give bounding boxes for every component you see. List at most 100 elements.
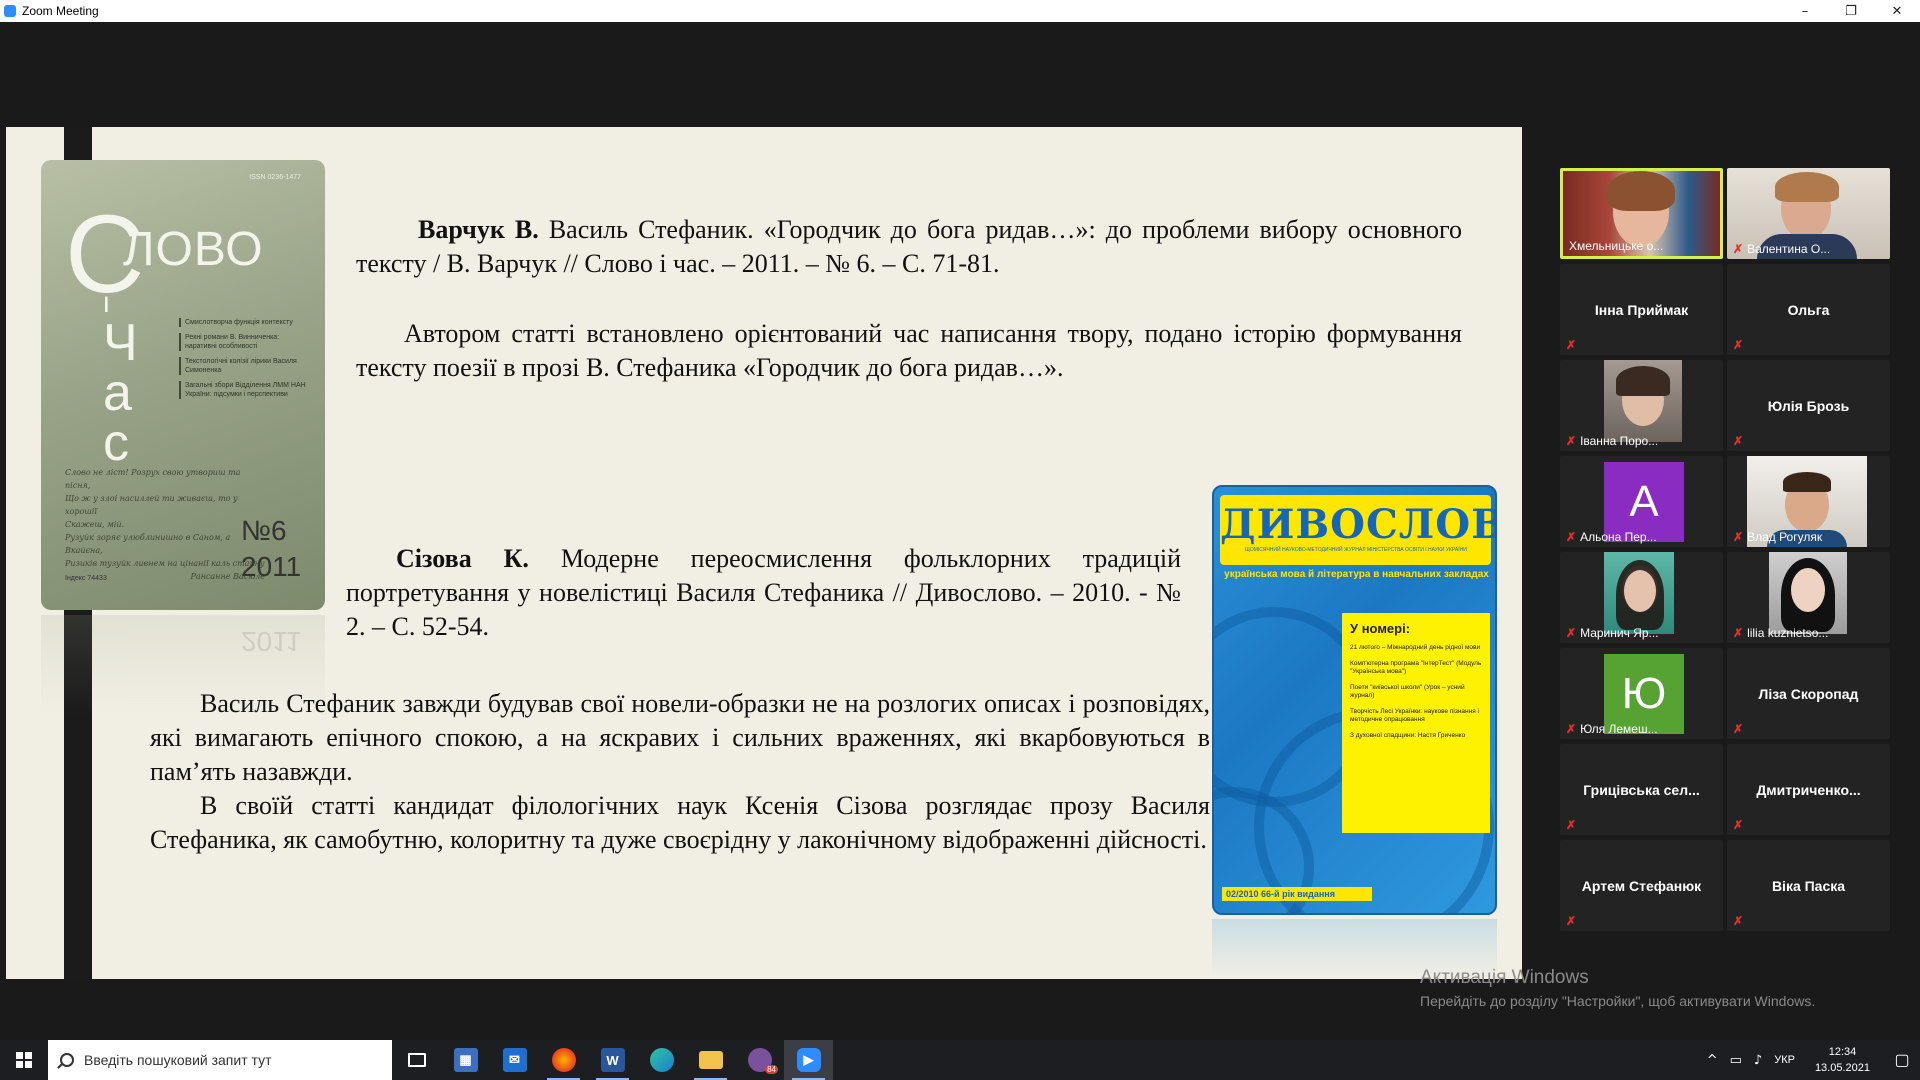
cover-year: 2011 <box>241 551 302 582</box>
clock[interactable]: 12:34 13.05.2021 <box>1815 1044 1870 1076</box>
watermark-subtitle: Перейдіть до розділу "Настройки", щоб ак… <box>1420 993 1816 1009</box>
participant-tile[interactable]: Ю ✗ Юля Лемеш... <box>1560 648 1723 739</box>
cover-reflection-year: 2011 <box>241 626 302 657</box>
task-view-button[interactable] <box>392 1040 441 1080</box>
store-button[interactable]: ▦ <box>441 1040 490 1080</box>
participant-name: Влад Рогуляк <box>1747 530 1823 544</box>
participant-tile[interactable]: Хмельницьке о... <box>1560 168 1723 259</box>
participant-caption: ✗ Маринич Яр... <box>1566 626 1659 640</box>
muted-mic-icon: ✗ <box>1566 818 1577 832</box>
participant-name: Дмитриченко... <box>1756 781 1861 798</box>
participant-tile[interactable]: Дмитриченко... ✗ <box>1727 744 1890 835</box>
panel-item: Творчість Лесі Українки: наукове пізнанн… <box>1350 708 1479 723</box>
mail-button[interactable]: ✉ <box>490 1040 539 1080</box>
cover-footer: 02/2010 66-й рік видання <box>1222 887 1372 901</box>
panel-item: Комп'ютерна програма "ІнтерТест" (Модуль… <box>1350 660 1482 675</box>
participant-hair <box>1616 366 1670 396</box>
participant-hair <box>1607 171 1675 211</box>
shared-slide: ISSN 0236-1477 С ЛОВО і Ч а с Смислотвор… <box>6 127 1522 979</box>
participant-tile[interactable]: Грицівська сел... ✗ <box>1560 744 1723 835</box>
minimize-button[interactable]: – <box>1782 0 1828 22</box>
mail-icon: ✉ <box>502 1048 527 1072</box>
word-button[interactable]: W <box>588 1040 637 1080</box>
participant-tile[interactable]: Артем Стефанюк ✗ <box>1560 840 1723 931</box>
cover-title: ДИВОСЛОВО <box>1220 501 1495 548</box>
clock-time: 12:34 <box>1828 1046 1857 1058</box>
annotation-text: В своїй статті кандидат філологічних нау… <box>150 791 1210 854</box>
participant-name: Юля Лемеш... <box>1580 722 1658 736</box>
notification-icon[interactable]: ▢ <box>1884 1040 1920 1080</box>
cover-contents-item: Смислотворча функція контексту <box>179 318 309 327</box>
volume-icon[interactable]: ♪ <box>1754 1053 1762 1068</box>
participant-name: Маринич Яр... <box>1580 626 1659 640</box>
participant-tile[interactable]: ✗ Влад Рогуляк <box>1727 456 1890 547</box>
muted-mic-icon: ✗ <box>1566 530 1577 544</box>
participant-tile[interactable]: ✗ lilia kuznietso... <box>1727 552 1890 643</box>
participant-tile[interactable]: Інна Приймак ✗ <box>1560 264 1723 355</box>
participant-caption: ✗ Іванна Поро... <box>1566 434 1658 448</box>
cover-subtitle: ЩОМІСЯЧНИЙ НАУКОВО-МЕТОДИЧНИЙ ЖУРНАЛ МІН… <box>1245 547 1467 553</box>
cover-vertical-word: і Ч а с <box>103 288 163 472</box>
participant-name: Віка Паска <box>1771 877 1846 894</box>
cover-vert-letter: Ч <box>103 314 138 372</box>
zoom-app-icon <box>4 5 16 17</box>
taskbar-search-box[interactable]: Введіть пошуковий запит тут <box>48 1040 392 1080</box>
viber-button[interactable]: 84 <box>735 1040 784 1080</box>
participant-face <box>1791 568 1825 612</box>
cover-strip: українська мова й література в навчальни… <box>1224 569 1489 580</box>
participant-tile[interactable]: Ліза Скоропад ✗ <box>1727 648 1890 739</box>
participant-name: Інна Приймак <box>1594 301 1689 318</box>
muted-mic-icon: ✗ <box>1566 914 1577 928</box>
file-explorer-button[interactable] <box>686 1040 735 1080</box>
clock-date: 13.05.2021 <box>1814 1062 1870 1074</box>
chevron-up-icon[interactable]: ^ <box>1707 1053 1718 1068</box>
participant-caption: ✗ Юля Лемеш... <box>1566 722 1658 736</box>
store-icon: ▦ <box>453 1048 478 1072</box>
participant-caption: ✗ lilia kuznietso... <box>1733 626 1828 640</box>
muted-mic-icon: ✗ <box>1566 338 1577 352</box>
panel-item: Поети "київської школи" (Урок – усний жу… <box>1350 684 1465 699</box>
taskbar: Введіть пошуковий запит тут ▦ ✉ W 84 ▶ ^… <box>0 1040 1920 1080</box>
language-indicator[interactable]: УКР <box>1774 1054 1795 1066</box>
muted-mic-icon: ✗ <box>1733 914 1744 928</box>
participant-caption: ✗ Влад Рогуляк <box>1733 530 1822 544</box>
zoom-icon: ▶ <box>796 1048 821 1072</box>
participant-name: Валентина О... <box>1747 242 1831 256</box>
participant-tile[interactable]: Юлія Брозь ✗ <box>1727 360 1890 451</box>
participant-caption: ✗ Альона Пер... <box>1566 530 1657 544</box>
edge-icon <box>649 1048 674 1072</box>
participant-name: Ольга <box>1787 301 1830 318</box>
close-button[interactable]: ✕ <box>1874 0 1920 22</box>
zoom-taskbar-button[interactable]: ▶ <box>784 1040 833 1080</box>
participant-name: lilia kuznietso... <box>1747 626 1829 640</box>
participant-tile[interactable]: Віка Паска ✗ <box>1727 840 1890 931</box>
muted-mic-icon: ✗ <box>1733 722 1744 736</box>
task-view-icon <box>407 1053 426 1067</box>
cover-script-text: Слово не ліст! Розрух свою утвориш та пі… <box>65 466 265 583</box>
participant-name: Альона Пер... <box>1580 530 1657 544</box>
watermark-title: Активація Windows <box>1420 967 1589 988</box>
participant-tile[interactable]: ✗ Маринич Яр... <box>1560 552 1723 643</box>
edge-button[interactable] <box>637 1040 686 1080</box>
participant-tile[interactable]: Ольга ✗ <box>1727 264 1890 355</box>
participant-name: Ліза Скоропад <box>1758 685 1859 702</box>
participant-tile[interactable]: ✗ Валентина О... <box>1727 168 1890 259</box>
muted-mic-icon: ✗ <box>1733 242 1744 256</box>
panel-item: 21 лютого – Міжнародний день рідної мови <box>1350 644 1481 651</box>
cover-vert-letter: с <box>103 414 129 472</box>
muted-mic-icon: ✗ <box>1566 434 1577 448</box>
meeting-stage: ISSN 0236-1477 С ЛОВО і Ч а с Смислотвор… <box>0 22 1920 1040</box>
panel-heading: У номері: <box>1350 621 1411 636</box>
participant-tile[interactable]: А ✗ Альона Пер... <box>1560 456 1723 547</box>
start-button[interactable] <box>0 1040 48 1080</box>
network-icon[interactable]: ▭ <box>1730 1053 1742 1068</box>
windows-logo-icon <box>16 1052 32 1068</box>
firefox-button[interactable] <box>539 1040 588 1080</box>
search-icon <box>60 1053 74 1067</box>
participant-tile[interactable]: ✗ Іванна Поро... <box>1560 360 1723 451</box>
citation-author: Варчук В. <box>418 215 539 244</box>
participant-caption: ✗ Валентина О... <box>1733 242 1830 256</box>
restore-button[interactable]: ❐ <box>1828 0 1874 22</box>
search-placeholder: Введіть пошуковий запит тут <box>84 1052 272 1068</box>
muted-mic-icon: ✗ <box>1566 626 1577 640</box>
